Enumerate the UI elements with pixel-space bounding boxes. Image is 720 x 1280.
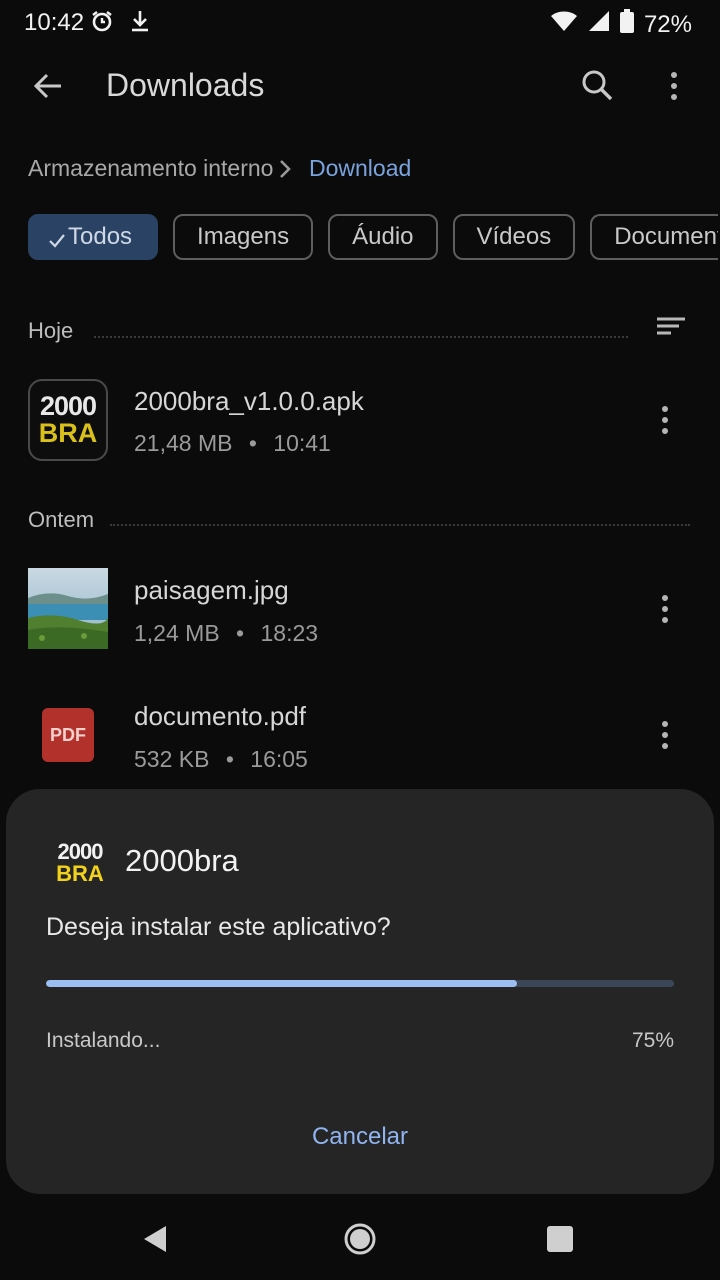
battery-icon: [619, 9, 634, 40]
meta-separator: •: [225, 746, 234, 772]
status-right: 72%: [550, 9, 692, 40]
file-size: 532 KB: [134, 746, 210, 772]
signal-icon: [588, 10, 610, 39]
chip-audio[interactable]: Áudio: [328, 214, 438, 260]
dialog-question: Deseja instalar este aplicativo?: [46, 913, 391, 941]
file-size: 21,48 MB: [134, 430, 233, 456]
meta-separator: •: [248, 430, 257, 456]
apk-icon: 2000 BRA: [28, 379, 108, 461]
search-icon[interactable]: [580, 68, 614, 102]
file-size: 1,24 MB: [134, 620, 220, 646]
chip-imagens[interactable]: Imagens: [173, 214, 314, 260]
file-name[interactable]: documento.pdf: [134, 701, 306, 732]
chip-documentos[interactable]: Document: [590, 214, 719, 260]
cancel-button[interactable]: Cancelar: [6, 1123, 714, 1151]
section-today: Hoje: [28, 318, 74, 343]
file-time: 18:23: [260, 620, 319, 646]
install-dialog: 2000 BRA 2000bra Deseja instalar este ap…: [6, 789, 714, 1194]
nav-back-icon[interactable]: [142, 1224, 170, 1254]
pdf-icon: PDF: [42, 708, 94, 762]
chevron-right-icon: [277, 158, 293, 180]
file-more-icon[interactable]: [653, 400, 677, 440]
chip-label: Document: [614, 223, 719, 250]
file-meta: 1,24 MB • 18:23: [134, 620, 318, 647]
app-logo-top: 2000: [57, 839, 104, 864]
breadcrumb-current[interactable]: Download: [309, 155, 411, 182]
alarm-icon: [90, 9, 114, 33]
install-percent: 75%: [631, 1029, 674, 1052]
chip-todos[interactable]: Todos: [28, 214, 159, 260]
install-status: Instalando...: [46, 1029, 161, 1052]
pdf-icon-label: PDF: [50, 724, 86, 745]
sort-icon[interactable]: [656, 317, 686, 339]
install-progress-fill: [46, 980, 517, 987]
overflow-menu-icon[interactable]: [662, 66, 686, 106]
section-divider: [94, 336, 628, 338]
dialog-app-name: 2000bra: [125, 843, 239, 878]
chip-videos[interactable]: Vídeos: [452, 214, 576, 260]
file-name[interactable]: paisagem.jpg: [134, 575, 289, 606]
file-name[interactable]: 2000bra_v1.0.0.apk: [134, 386, 364, 417]
file-time: 16:05: [250, 746, 308, 772]
back-arrow-icon[interactable]: [32, 70, 64, 102]
nav-home-icon[interactable]: [343, 1222, 377, 1256]
nav-recents-icon[interactable]: [547, 1226, 573, 1252]
file-time: 10:41: [273, 430, 331, 456]
apk-logo-top: 2000: [39, 391, 97, 421]
wifi-icon: [550, 10, 578, 39]
chip-label: Áudio: [352, 223, 414, 250]
file-meta: 21,48 MB • 10:41: [134, 430, 331, 457]
apk-logo-bottom: BRA: [38, 418, 98, 448]
app-logo: 2000 BRA: [52, 841, 108, 887]
battery-percent: 72%: [643, 10, 692, 38]
chip-label: Todos: [68, 223, 133, 250]
meta-separator: •: [236, 620, 245, 646]
filter-chips: Todos Imagens Áudio Vídeos Document: [28, 214, 719, 260]
status-time: 10:42: [24, 9, 85, 36]
section-yesterday: Ontem: [28, 507, 95, 532]
app-logo-bottom: BRA: [56, 861, 104, 886]
chip-label: Vídeos: [476, 223, 552, 250]
image-thumbnail: [28, 568, 108, 649]
section-divider: [110, 524, 690, 526]
check-icon: [48, 228, 66, 248]
breadcrumb-root[interactable]: Armazenamento interno: [28, 155, 273, 182]
file-meta: 532 KB • 16:05: [134, 746, 308, 773]
file-more-icon[interactable]: [653, 589, 677, 629]
install-progress-bar: [46, 980, 674, 987]
file-more-icon[interactable]: [653, 715, 677, 755]
page-title: Downloads: [106, 67, 265, 103]
chip-label: Imagens: [197, 223, 290, 250]
download-status-icon: [129, 9, 151, 33]
